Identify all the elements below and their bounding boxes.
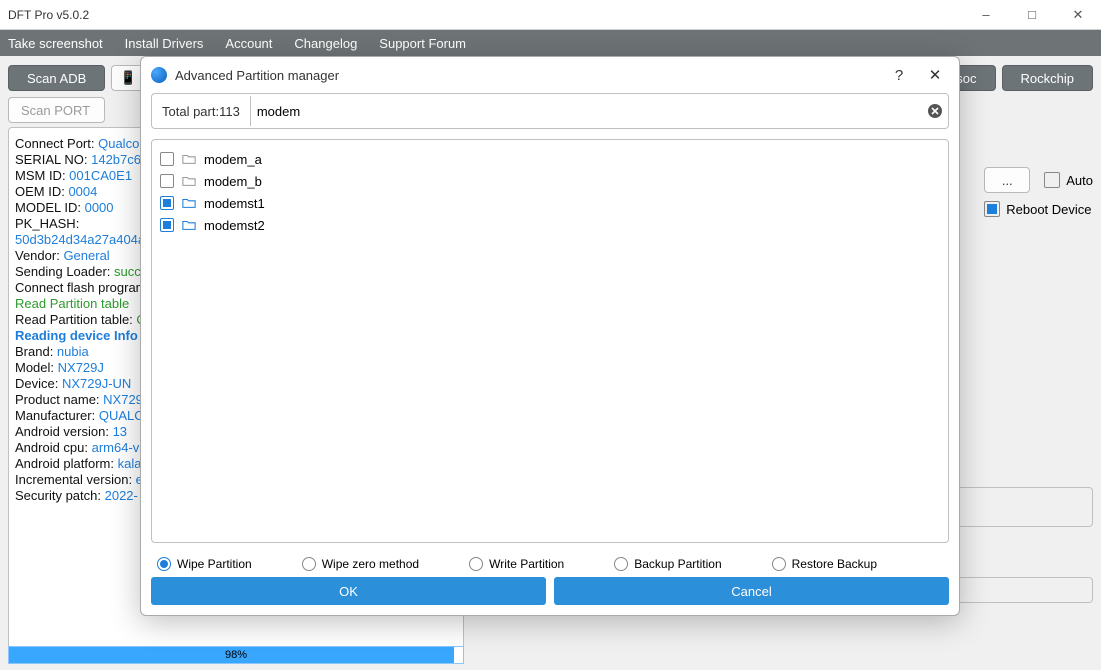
- minimize-button[interactable]: –: [963, 0, 1009, 30]
- radio-dot: [302, 557, 316, 571]
- filter-input[interactable]: [250, 96, 922, 126]
- partition-checkbox[interactable]: [160, 218, 174, 232]
- partition-checkbox[interactable]: [160, 174, 174, 188]
- radio-wipe-zero-method[interactable]: Wipe zero method: [302, 557, 419, 571]
- partition-name: modemst2: [204, 218, 265, 233]
- menu-install-drivers[interactable]: Install Drivers: [125, 36, 204, 51]
- radio-restore-backup[interactable]: Restore Backup: [772, 557, 877, 571]
- radio-wipe-partition[interactable]: Wipe Partition: [157, 557, 252, 571]
- partition-name: modemst1: [204, 196, 265, 211]
- filter-row: Total part:113: [151, 93, 949, 129]
- menu-changelog[interactable]: Changelog: [294, 36, 357, 51]
- partition-row[interactable]: modemst1: [160, 192, 940, 214]
- maximize-button[interactable]: □: [1009, 0, 1055, 30]
- mtk-icon: 📱: [120, 70, 136, 86]
- radio-label: Wipe Partition: [177, 557, 252, 571]
- clear-filter-button[interactable]: [922, 98, 948, 124]
- app-title: DFT Pro v5.0.2: [8, 8, 963, 22]
- scan-adb-button[interactable]: Scan ADB: [8, 65, 105, 91]
- total-part-label: Total part:113: [152, 104, 250, 119]
- partition-list: modem_a modem_b modemst1 modemst2: [151, 139, 949, 543]
- radio-dot: [614, 557, 628, 571]
- browse-button[interactable]: ...: [984, 167, 1030, 193]
- partition-row[interactable]: modemst2: [160, 214, 940, 236]
- auto-label: Auto: [1066, 173, 1093, 188]
- cancel-button[interactable]: Cancel: [554, 577, 949, 605]
- radio-dot: [772, 557, 786, 571]
- radio-backup-partition[interactable]: Backup Partition: [614, 557, 721, 571]
- menubar: Take screenshot Install Drivers Account Cha…: [0, 30, 1101, 56]
- dialog-close-button[interactable]: ✕: [921, 66, 949, 84]
- radio-label: Wipe zero method: [322, 557, 419, 571]
- partition-name: modem_b: [204, 174, 262, 189]
- reboot-label: Reboot Device: [1006, 202, 1091, 217]
- progress-label: 98%: [9, 649, 463, 661]
- dialog-title: Advanced Partition manager: [175, 68, 877, 83]
- partition-checkbox[interactable]: [160, 152, 174, 166]
- radio-write-partition[interactable]: Write Partition: [469, 557, 564, 571]
- progress-bar: 98%: [8, 646, 464, 664]
- rockchip-button[interactable]: Rockchip: [1002, 65, 1093, 91]
- dialog-help-button[interactable]: ?: [885, 67, 913, 84]
- partition-checkbox[interactable]: [160, 196, 174, 210]
- clear-icon: [927, 103, 943, 119]
- partition-manager-dialog: Advanced Partition manager ? ✕ Total par…: [140, 56, 960, 616]
- radio-label: Write Partition: [489, 557, 564, 571]
- partition-name: modem_a: [204, 152, 262, 167]
- radio-dot: [469, 557, 483, 571]
- reboot-checkbox[interactable]: [984, 201, 1000, 217]
- titlebar: DFT Pro v5.0.2 – □ ✕: [0, 0, 1101, 30]
- radio-label: Restore Backup: [792, 557, 877, 571]
- radio-dot: [157, 557, 171, 571]
- auto-checkbox[interactable]: [1044, 172, 1060, 188]
- dialog-icon: [151, 67, 167, 83]
- menu-support-forum[interactable]: Support Forum: [379, 36, 466, 51]
- menu-account[interactable]: Account: [225, 36, 272, 51]
- scan-port-button[interactable]: Scan PORT: [8, 97, 105, 123]
- menu-take-screenshot[interactable]: Take screenshot: [8, 36, 103, 51]
- partition-row[interactable]: modem_a: [160, 148, 940, 170]
- ok-button[interactable]: OK: [151, 577, 546, 605]
- close-button[interactable]: ✕: [1055, 0, 1101, 30]
- action-radios: Wipe Partition Wipe zero method Write Part…: [141, 553, 959, 577]
- radio-label: Backup Partition: [634, 557, 721, 571]
- partition-row[interactable]: modem_b: [160, 170, 940, 192]
